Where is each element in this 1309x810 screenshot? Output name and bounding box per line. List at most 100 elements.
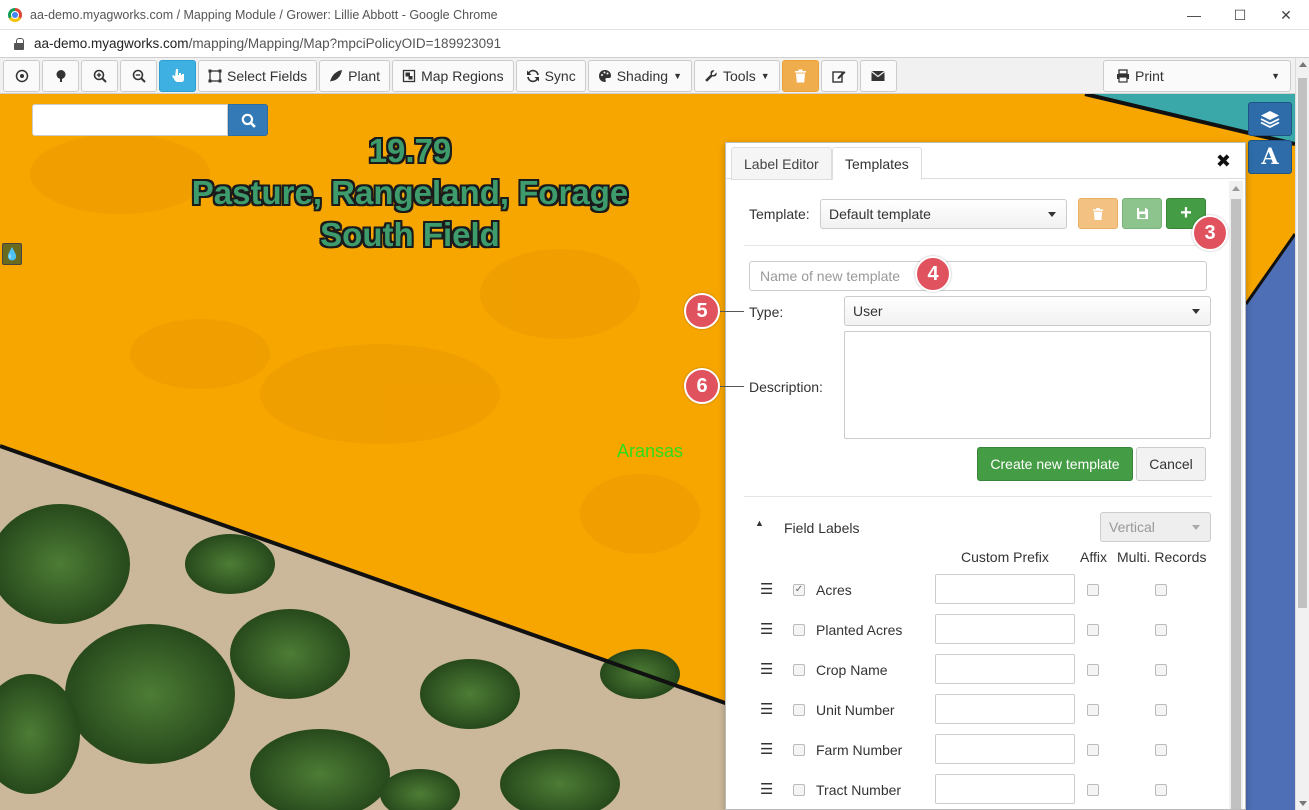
affix-checkbox[interactable] (1087, 624, 1099, 636)
palette-icon (598, 69, 611, 82)
zoom-out-button[interactable] (120, 59, 157, 92)
multi-records-checkbox[interactable] (1155, 744, 1167, 756)
drag-handle-icon[interactable]: ☰ (760, 700, 773, 718)
affix-checkbox[interactable] (1087, 584, 1099, 596)
map-search-input[interactable] (32, 104, 228, 136)
address-bar[interactable]: aa-demo.myagworks.com/mapping/Mapping/Ma… (0, 30, 1309, 58)
refresh-icon (526, 69, 539, 82)
drag-handle-icon[interactable]: ☰ (760, 660, 773, 678)
template-select[interactable]: Default template (820, 199, 1067, 229)
locate-button[interactable] (3, 59, 40, 92)
plus-icon: + (1180, 202, 1192, 224)
delete-button[interactable] (781, 59, 819, 92)
field-crop-label: Pasture, Rangeland, Forage (191, 174, 629, 211)
drag-handle-icon[interactable]: ☰ (760, 780, 773, 798)
select-fields-button[interactable]: Select Fields (198, 59, 318, 92)
save-template-button[interactable] (1122, 198, 1162, 229)
window-title: aa-demo.myagworks.com / Mapping Module /… (30, 7, 498, 22)
plant-button[interactable]: Plant (319, 59, 391, 92)
type-select[interactable]: User (844, 296, 1211, 326)
pointer-tool-button[interactable] (159, 59, 196, 92)
close-window-button[interactable]: ✕ (1263, 0, 1309, 30)
custom-prefix-input[interactable] (935, 774, 1075, 804)
custom-prefix-input[interactable] (935, 694, 1075, 724)
zoom-in-button[interactable] (81, 59, 118, 92)
delete-template-button[interactable] (1078, 198, 1118, 229)
row-enable-checkbox[interactable] (793, 624, 805, 636)
minimize-button[interactable]: — (1171, 0, 1217, 30)
shading-button[interactable]: Shading ▼ (587, 59, 693, 92)
tab-templates[interactable]: Templates (832, 147, 922, 180)
maximize-button[interactable]: ☐ (1217, 0, 1263, 30)
scroll-up-icon[interactable] (1299, 62, 1307, 67)
drag-handle-icon[interactable]: ☰ (760, 740, 773, 758)
labels-button[interactable]: A (1248, 140, 1292, 174)
row-enable-checkbox[interactable] (793, 704, 805, 716)
description-textarea[interactable] (844, 331, 1211, 439)
caret-down-icon: ▼ (1271, 71, 1280, 81)
edit-button[interactable] (820, 59, 858, 92)
affix-checkbox[interactable] (1087, 664, 1099, 676)
drag-handle-icon[interactable]: ☰ (760, 580, 773, 598)
orientation-select[interactable]: Vertical (1100, 512, 1211, 542)
row-enable-checkbox[interactable] (793, 784, 805, 796)
tools-button[interactable]: Tools ▼ (694, 59, 780, 92)
row-label: Planted Acres (816, 622, 903, 638)
scroll-up-icon[interactable] (1232, 186, 1240, 191)
tree-button[interactable] (42, 59, 79, 92)
map-search-button[interactable] (228, 104, 268, 136)
row-enable-checkbox[interactable] (793, 664, 805, 676)
row-enable-checkbox[interactable]: ✓ (793, 584, 805, 596)
url-text[interactable]: aa-demo.myagworks.com/mapping/Mapping/Ma… (34, 36, 501, 51)
label-panel: Label Editor Templates ✖ Template: Defau… (725, 142, 1246, 810)
lock-icon[interactable] (14, 37, 24, 50)
water-drop-button[interactable]: 💧 (2, 243, 22, 265)
panel-scroll-thumb[interactable] (1231, 199, 1241, 809)
layers-button[interactable] (1248, 102, 1292, 136)
affix-checkbox[interactable] (1087, 744, 1099, 756)
create-template-button[interactable]: Create new template (977, 447, 1133, 481)
multi-records-checkbox[interactable] (1155, 704, 1167, 716)
trash-icon (1092, 207, 1104, 220)
tab-label-editor[interactable]: Label Editor (731, 147, 832, 180)
collapse-caret-icon[interactable]: ▲ (755, 518, 764, 528)
multi-records-checkbox[interactable] (1155, 664, 1167, 676)
page-scroll-thumb[interactable] (1298, 78, 1307, 608)
affix-checkbox[interactable] (1087, 784, 1099, 796)
print-label: Print (1135, 68, 1164, 84)
sync-button[interactable]: Sync (515, 59, 586, 92)
email-button[interactable] (859, 59, 897, 92)
custom-prefix-input[interactable] (935, 734, 1075, 764)
divider (744, 245, 1212, 246)
affix-checkbox[interactable] (1087, 704, 1099, 716)
page-scrollbar[interactable] (1295, 58, 1309, 810)
scroll-down-icon[interactable] (1299, 801, 1307, 806)
multi-records-checkbox[interactable] (1155, 624, 1167, 636)
object-group-icon (402, 69, 416, 82)
custom-prefix-input[interactable] (935, 614, 1075, 644)
custom-prefix-input[interactable] (935, 654, 1075, 684)
field-name-label: South Field (320, 216, 500, 253)
drag-handle-icon[interactable]: ☰ (760, 620, 773, 638)
new-template-name-input[interactable]: Name of new template (749, 261, 1207, 291)
multi-records-checkbox[interactable] (1155, 584, 1167, 596)
zoom-in-icon (93, 69, 107, 83)
edit-icon (832, 70, 846, 83)
map-regions-label: Map Regions (421, 67, 504, 84)
new-template-placeholder: Name of new template (760, 268, 901, 284)
print-icon (1117, 69, 1129, 83)
map-regions-button[interactable]: Map Regions (392, 59, 514, 92)
multi-records-checkbox[interactable] (1155, 784, 1167, 796)
tree-icon (56, 69, 65, 82)
cancel-button[interactable]: Cancel (1136, 447, 1206, 481)
print-button[interactable]: Print ▼ (1103, 60, 1291, 92)
caret-down-icon: ▼ (673, 70, 683, 81)
callout-line-6 (718, 386, 744, 387)
custom-prefix-input[interactable] (935, 574, 1075, 604)
caret-down-icon: ▼ (760, 70, 770, 81)
close-panel-icon[interactable]: ✖ (1216, 151, 1231, 172)
panel-scrollbar[interactable] (1229, 181, 1243, 809)
layers-icon (1260, 111, 1280, 128)
row-enable-checkbox[interactable] (793, 744, 805, 756)
type-select-value: User (853, 303, 883, 319)
